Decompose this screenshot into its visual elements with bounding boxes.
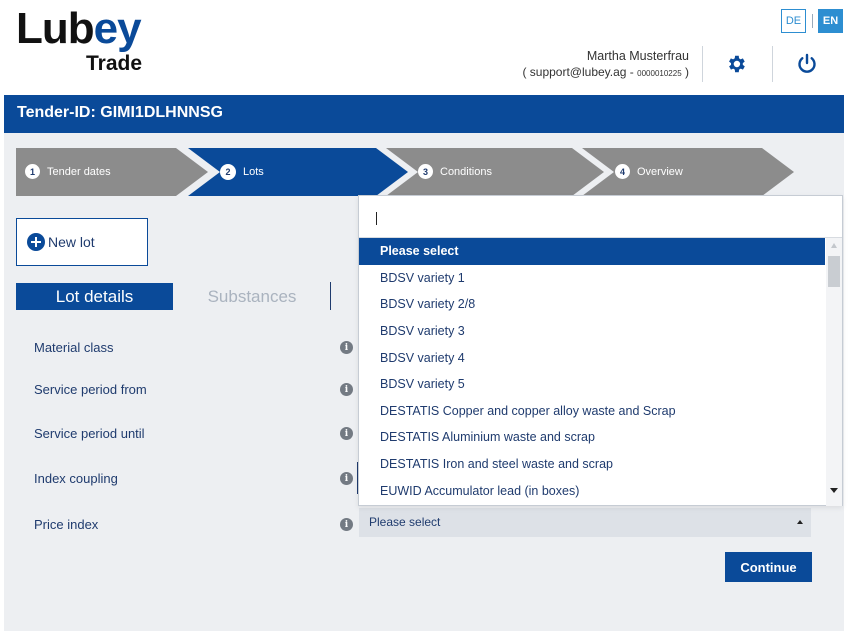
user-email: ( support@lubey.ag - 0000010225 ): [522, 65, 689, 79]
user-number: 0000010225: [637, 69, 682, 78]
text-cursor: [376, 212, 377, 225]
language-separator: [812, 14, 813, 28]
progress-stepper: 1 Tender dates 2 Lots 3 Conditions 4 Overvie…: [16, 148, 796, 196]
info-icon[interactable]: i: [340, 427, 353, 440]
lubey-trade-logo: Lubey Trade: [16, 6, 156, 76]
index-coupling-label: Index coupling: [34, 471, 118, 486]
dropdown-options-list: Please select BDSV variety 1 BDSV variet…: [359, 238, 825, 504]
dropdown-option[interactable]: DESTATIS Iron and steel waste and scrap: [359, 451, 825, 478]
dropdown-option[interactable]: DESTATIS Copper and copper alloy waste a…: [359, 398, 825, 425]
dropdown-option[interactable]: BDSV variety 5: [359, 371, 825, 398]
language-en-button[interactable]: EN: [818, 9, 843, 33]
service-period-from-label: Service period from: [34, 382, 147, 397]
language-de-button[interactable]: DE: [781, 9, 806, 33]
price-index-dropdown: Please select BDSV variety 1 BDSV variet…: [358, 195, 843, 506]
scroll-up-arrow-icon[interactable]: [831, 243, 837, 248]
dropdown-option[interactable]: BDSV variety 3: [359, 318, 825, 345]
scrollbar-thumb[interactable]: [828, 256, 840, 287]
scroll-down-arrow-icon[interactable]: [830, 488, 838, 493]
step-overview[interactable]: 4 Overview: [615, 164, 683, 179]
tab-substances[interactable]: Substances: [190, 283, 314, 310]
material-class-label: Material class: [34, 340, 114, 355]
dropdown-option[interactable]: DESTATIS Aluminium waste and scrap: [359, 424, 825, 451]
dropdown-scrollbar[interactable]: [826, 238, 842, 506]
logo-wordmark: Lubey: [16, 4, 142, 53]
dropdown-option[interactable]: EUWID Accumulator lead (in boxes): [359, 477, 825, 504]
step-lots[interactable]: 2 Lots: [220, 164, 264, 180]
tab-lot-details[interactable]: Lot details: [16, 283, 173, 310]
info-icon[interactable]: i: [340, 341, 353, 354]
plus-circle-icon: [27, 233, 45, 251]
dropdown-option[interactable]: BDSV variety 4: [359, 344, 825, 371]
step-tender-dates[interactable]: 1 Tender dates: [25, 164, 111, 179]
header-divider: [772, 46, 773, 82]
step-conditions[interactable]: 3 Conditions: [418, 164, 492, 179]
tender-id-bar: Tender-ID: GIMI1DLHNNSG: [4, 95, 844, 133]
dropdown-option[interactable]: BDSV variety 2/8: [359, 291, 825, 318]
price-index-select[interactable]: Please select: [359, 508, 811, 537]
header-divider: [702, 46, 703, 82]
step-overview-shape: [582, 148, 794, 196]
price-index-label: Price index: [34, 517, 99, 532]
logo-subtitle: Trade: [86, 52, 143, 75]
service-period-until-label: Service period until: [34, 426, 145, 441]
gear-icon[interactable]: [722, 50, 750, 78]
continue-button[interactable]: Continue: [725, 552, 812, 582]
tab-divider: [330, 282, 331, 310]
user-info: Martha Musterfrau ( support@lubey.ag - 0…: [522, 48, 689, 82]
info-icon[interactable]: i: [340, 472, 353, 485]
user-name: Martha Musterfrau: [586, 49, 689, 63]
info-icon[interactable]: i: [340, 518, 353, 531]
dropdown-option[interactable]: BDSV variety 1: [359, 265, 825, 292]
dropdown-search-input[interactable]: [359, 196, 842, 238]
dropdown-option[interactable]: Please select: [359, 238, 825, 265]
new-lot-button[interactable]: New lot: [16, 218, 148, 266]
caret-up-icon: [797, 520, 803, 524]
info-icon[interactable]: i: [340, 383, 353, 396]
power-icon[interactable]: [793, 50, 821, 78]
